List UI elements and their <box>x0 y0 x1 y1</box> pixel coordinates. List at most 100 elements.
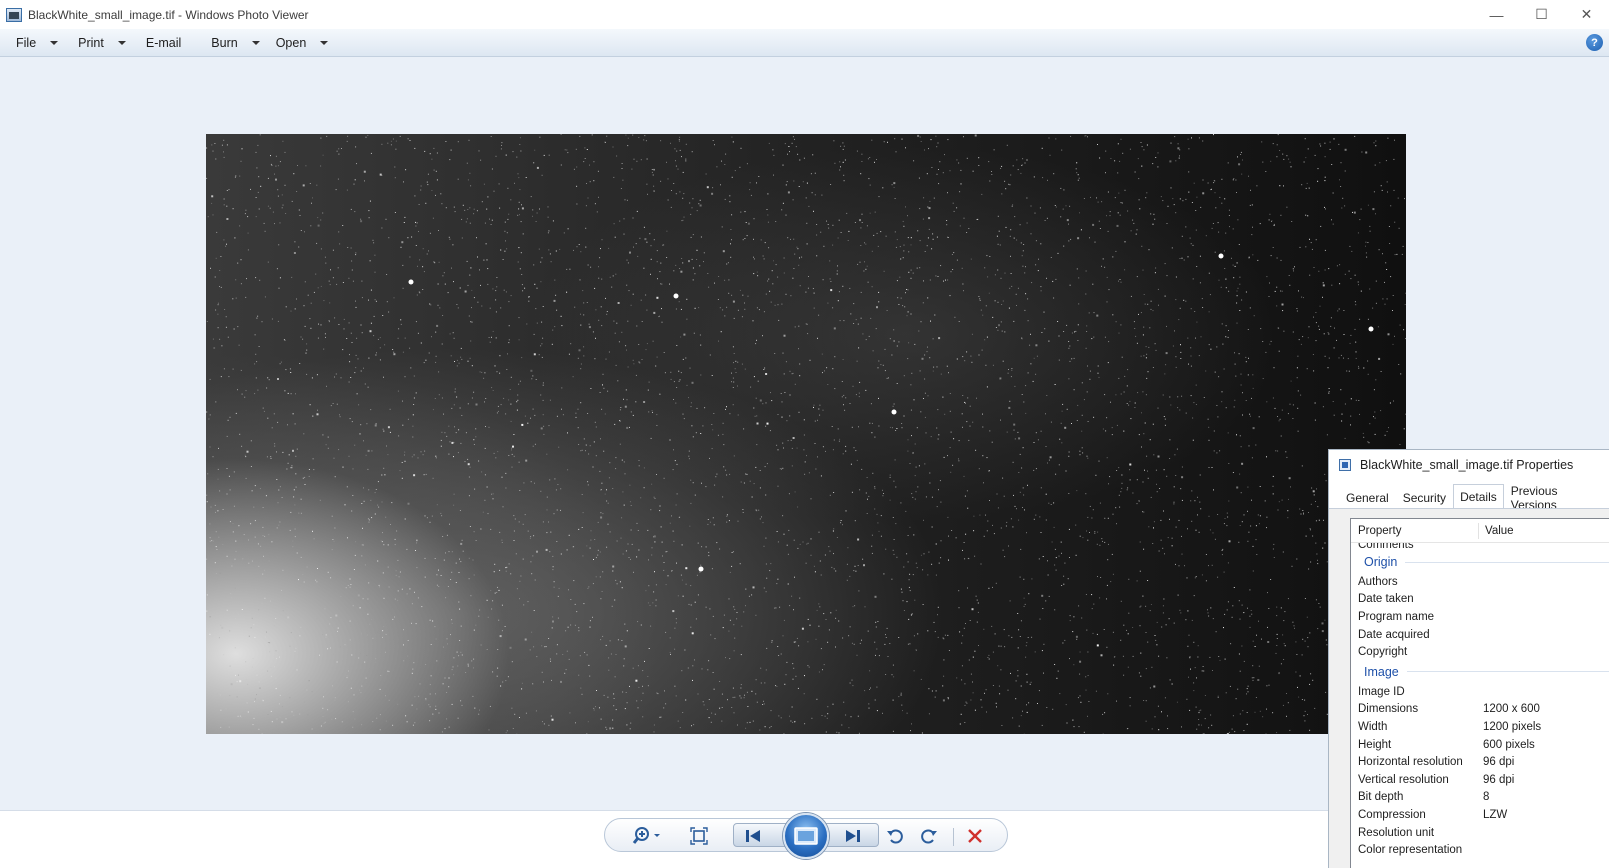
playback-controls <box>604 813 1008 859</box>
rotate-clockwise-button[interactable] <box>917 825 941 847</box>
property-name: Bit depth <box>1358 791 1404 804</box>
property-value: 96 dpi <box>1483 773 1515 786</box>
zoom-button[interactable] <box>629 825 665 847</box>
tab-security[interactable]: Security <box>1396 486 1453 509</box>
property-name: Date taken <box>1358 593 1414 606</box>
properties-file-icon <box>1339 459 1351 471</box>
group-header-image: Image <box>1351 661 1609 683</box>
details-panel: Property Value Comments Origin Authors Da… <box>1329 508 1609 868</box>
list-item[interactable]: Width 1200 pixels <box>1351 718 1609 736</box>
actual-size-button[interactable] <box>687 825 711 847</box>
menu-file-label: File <box>16 35 37 50</box>
property-value: LZW <box>1483 808 1508 821</box>
column-header-property[interactable]: Property <box>1351 522 1479 539</box>
list-item[interactable]: Vertical resolution 96 dpi <box>1351 771 1609 789</box>
delete-button[interactable] <box>963 825 987 847</box>
window-controls: — ☐ ✕ <box>1474 0 1609 29</box>
details-rows: Comments Origin Authors Date taken Program… <box>1351 543 1609 859</box>
group-label: Origin <box>1364 555 1398 569</box>
displayed-photo <box>206 134 1406 734</box>
title-bar: BlackWhite_small_image.tif - Windows Pho… <box>0 0 1609 29</box>
group-header-origin: Origin <box>1351 551 1609 573</box>
details-list-header: Property Value <box>1351 519 1609 543</box>
list-item[interactable]: Authors <box>1351 573 1609 591</box>
previous-button[interactable] <box>741 825 765 847</box>
property-name: Compression <box>1358 808 1426 821</box>
minimize-button[interactable]: — <box>1474 0 1519 29</box>
menu-print-label: Print <box>78 35 104 50</box>
property-name: Resolution unit <box>1358 826 1435 839</box>
rotate-clockwise-icon <box>921 829 937 844</box>
list-item[interactable]: Bit depth 8 <box>1351 789 1609 807</box>
property-name: Height <box>1358 738 1392 751</box>
image-rows: Image ID Dimensions 1200 x 600 Width 1200 pi… <box>1351 683 1609 859</box>
menu-burn-label: Burn <box>211 35 238 50</box>
list-item[interactable]: Color representation <box>1351 841 1609 859</box>
property-value: 1200 pixels <box>1483 720 1542 733</box>
chevron-down-icon <box>251 40 260 45</box>
window-title: BlackWhite_small_image.tif - Windows Pho… <box>28 7 309 22</box>
property-value: 1200 x 600 <box>1483 703 1540 716</box>
group-label: Image <box>1364 664 1399 679</box>
property-name: Width <box>1358 720 1388 733</box>
menu-bar: File Print E-mail Burn Open ? <box>0 29 1609 57</box>
close-button[interactable]: ✕ <box>1564 0 1609 29</box>
rotate-counterclockwise-button[interactable] <box>883 825 907 847</box>
group-divider <box>1406 671 1609 673</box>
menu-open-label: Open <box>275 35 307 50</box>
properties-dialog: BlackWhite_small_image.tif Properties Ge… <box>1328 449 1609 868</box>
property-name: Horizontal resolution <box>1358 756 1463 769</box>
zoom-icon <box>632 827 660 844</box>
property-name: Vertical resolution <box>1358 773 1449 786</box>
property-name: Authors <box>1358 575 1398 588</box>
property-name: Program name <box>1358 610 1435 623</box>
list-item[interactable]: Horizontal resolution 96 dpi <box>1351 753 1609 771</box>
property-name: Comments <box>1358 543 1414 551</box>
list-item[interactable]: Program name <box>1351 608 1609 626</box>
property-value: 600 pixels <box>1483 738 1535 751</box>
properties-title-bar: BlackWhite_small_image.tif Properties <box>1329 450 1609 480</box>
photo-viewer-app-icon <box>6 7 22 22</box>
column-header-value[interactable]: Value <box>1479 525 1514 537</box>
list-item[interactable]: Resolution unit <box>1351 824 1609 842</box>
list-item[interactable]: Height 600 pixels <box>1351 736 1609 754</box>
tab-previous-versions[interactable]: Previous Versions <box>1504 484 1609 512</box>
tab-details[interactable]: Details <box>1453 484 1504 509</box>
slideshow-button[interactable] <box>783 813 829 859</box>
list-item[interactable]: Image ID <box>1351 683 1609 701</box>
next-icon <box>846 830 860 842</box>
next-button[interactable] <box>841 825 865 847</box>
list-item[interactable]: Comments <box>1351 543 1609 551</box>
properties-tabs: General Security Details Previous Versio… <box>1339 484 1609 512</box>
chevron-down-icon <box>50 40 59 45</box>
origin-rows: Authors Date taken Program name Date acquir… <box>1351 573 1609 661</box>
actual-size-icon <box>690 827 708 845</box>
menu-email[interactable]: E-mail <box>138 29 189 57</box>
slideshow-icon <box>794 827 818 845</box>
property-name: Copyright <box>1358 646 1408 659</box>
group-divider <box>1405 561 1609 563</box>
details-list[interactable]: Property Value Comments Origin Authors Da… <box>1350 518 1609 868</box>
menu-print[interactable]: Print <box>70 29 134 57</box>
chevron-down-icon <box>320 40 329 45</box>
property-name: Date acquired <box>1358 628 1430 641</box>
starfield-image <box>206 134 1406 734</box>
list-item[interactable]: Compression LZW <box>1351 806 1609 824</box>
menu-open[interactable]: Open <box>268 29 337 57</box>
property-name: Dimensions <box>1358 703 1419 716</box>
rotate-counterclockwise-icon <box>887 829 903 844</box>
chevron-down-icon <box>117 40 126 45</box>
tab-general[interactable]: General <box>1339 486 1396 509</box>
menu-file[interactable]: File <box>0 29 66 57</box>
maximize-button[interactable]: ☐ <box>1519 0 1564 29</box>
list-item[interactable]: Date acquired <box>1351 626 1609 644</box>
menu-burn[interactable]: Burn <box>203 29 267 57</box>
delete-icon <box>968 829 982 843</box>
list-item[interactable]: Copyright <box>1351 643 1609 661</box>
help-icon[interactable]: ? <box>1586 34 1603 51</box>
menu-email-label: E-mail <box>145 35 182 50</box>
property-name: Color representation <box>1358 844 1463 857</box>
properties-title: BlackWhite_small_image.tif Properties <box>1360 458 1574 472</box>
list-item[interactable]: Dimensions 1200 x 600 <box>1351 701 1609 719</box>
list-item[interactable]: Date taken <box>1351 591 1609 609</box>
